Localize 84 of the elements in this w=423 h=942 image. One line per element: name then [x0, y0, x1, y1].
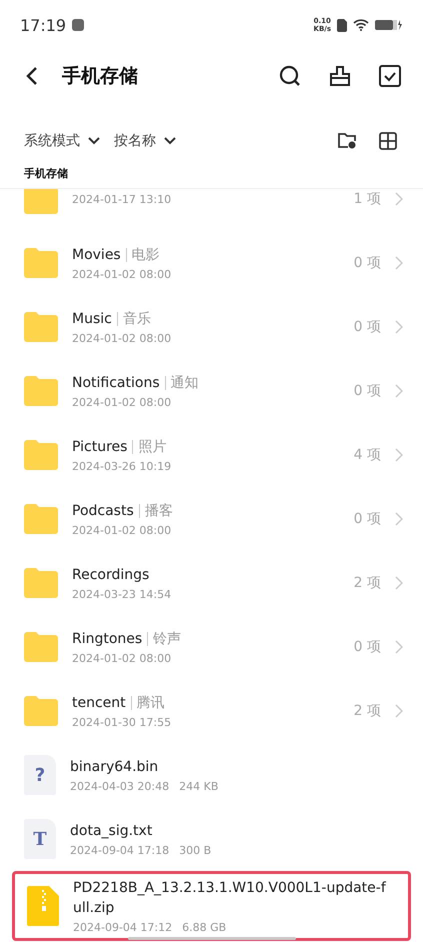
file-name: Ringtones [72, 630, 142, 649]
file-name: binary64.bin [70, 758, 158, 777]
file-name: PD2218B_A_13.2.13.1.W10.V000L1-update-full.zip [73, 879, 387, 918]
unknown-file-icon: ? [24, 755, 56, 795]
folder-icon [24, 568, 58, 598]
folder-icon [24, 312, 58, 342]
item-count: 2 项 [354, 702, 381, 720]
view-mode-dropdown[interactable]: 系统模式 [24, 132, 100, 150]
item-count: 2 项 [354, 574, 381, 592]
file-row[interactable]: Music 音乐 2024-01-02 08:00 0 项 [0, 295, 423, 359]
chevron-right-icon [395, 640, 403, 654]
file-size: 6.88 GB [182, 921, 226, 934]
status-time: 17:19 [20, 16, 66, 34]
chevron-down-icon [164, 137, 176, 145]
breadcrumb: 手机存储 [0, 166, 423, 189]
page-title: 手机存储 [62, 64, 139, 89]
file-date: 2024-01-02 08:00 [72, 332, 172, 345]
chevron-right-icon [395, 704, 403, 718]
file-name: dota_sig.txt [70, 822, 152, 841]
item-count: 4 项 [354, 446, 381, 464]
item-count: 0 项 [354, 318, 381, 336]
file-row[interactable]: Podcasts 播客 2024-01-02 08:00 0 项 [0, 487, 423, 551]
file-name: Recordings [72, 566, 150, 585]
file-row[interactable]: Pictures 照片 2024-03-26 10:19 4 项 [0, 423, 423, 487]
folder-icon [24, 376, 58, 406]
item-count: 0 项 [354, 382, 381, 400]
chevron-right-icon [395, 192, 403, 206]
file-alias: 电影 [126, 248, 160, 262]
chevron-right-icon [395, 320, 403, 334]
chevron-right-icon [395, 512, 403, 526]
file-date: 2024-09-04 17:18 [70, 844, 170, 857]
file-alias: 音乐 [116, 312, 151, 326]
file-date: 2024-03-26 10:19 [72, 460, 172, 473]
file-size: 244 KB [179, 780, 218, 793]
item-count: 0 项 [354, 638, 381, 656]
folder-icon [24, 248, 58, 278]
chevron-right-icon [395, 576, 403, 590]
file-row[interactable]: ? binary64.bin 2024-04-03 20:48 244 KB [0, 743, 423, 807]
sim-icon [337, 18, 347, 32]
chevron-right-icon [395, 384, 403, 398]
file-date: 2024-01-02 08:00 [72, 652, 172, 665]
chevron-down-icon [88, 137, 100, 145]
folder-icon [24, 696, 58, 726]
file-row[interactable]: T dota_sig.txt 2024-09-04 17:18 300 B [0, 807, 423, 871]
file-alias: 通知 [164, 376, 199, 390]
file-row[interactable]: Notifications 通知 2024-01-02 08:00 0 项 [0, 359, 423, 423]
file-name: Movies [72, 246, 121, 265]
sort-dropdown[interactable]: 按名称 [114, 132, 176, 150]
zip-file-icon [27, 886, 59, 926]
item-count: 0 项 [354, 510, 381, 528]
file-row[interactable]: Ringtones 铃声 2024-01-02 08:00 0 项 [0, 615, 423, 679]
chevron-right-icon [395, 448, 403, 462]
file-name: Notifications [72, 374, 160, 393]
text-file-icon: T [24, 819, 56, 859]
file-date: 2024-04-03 20:48 [70, 780, 170, 793]
file-alias: 照片 [132, 440, 166, 454]
wifi-icon [353, 19, 369, 31]
back-icon [26, 66, 38, 86]
file-date: 2024-01-17 13:10 [72, 192, 172, 206]
folder-icon [24, 504, 58, 534]
file-name: tencent [72, 694, 126, 713]
item-count: 1 项 [354, 190, 381, 208]
file-date: 2024-01-02 08:00 [72, 524, 172, 537]
file-name: Podcasts [72, 502, 134, 521]
item-count: 0 项 [354, 254, 381, 272]
file-name: Pictures [72, 438, 128, 457]
file-alias: 铃声 [147, 632, 182, 646]
file-alias: 播客 [138, 504, 173, 518]
battery-icon [375, 19, 403, 31]
file-row[interactable]: tencent 腾讯 2024-01-30 17:55 2 项 [0, 679, 423, 743]
file-row[interactable]: Movies 电影 2024-01-02 08:00 0 项 [0, 231, 423, 295]
file-date: 2024-03-23 14:54 [72, 588, 172, 601]
folder-icon [24, 632, 58, 662]
file-row[interactable]: Recordings 2024-03-23 14:54 2 项 [0, 551, 423, 615]
folder-icon [24, 440, 58, 470]
file-date: 2024-01-02 08:00 [72, 396, 172, 409]
file-date: 2024-09-04 17:12 [73, 921, 172, 934]
chevron-right-icon [395, 256, 403, 270]
file-size: 300 B [179, 844, 212, 857]
file-date: 2024-01-02 08:00 [72, 268, 172, 281]
file-date: 2024-01-30 17:55 [72, 716, 172, 729]
folder-icon [24, 189, 58, 214]
file-alias: 腾讯 [130, 696, 165, 710]
file-name: Music [72, 310, 112, 329]
